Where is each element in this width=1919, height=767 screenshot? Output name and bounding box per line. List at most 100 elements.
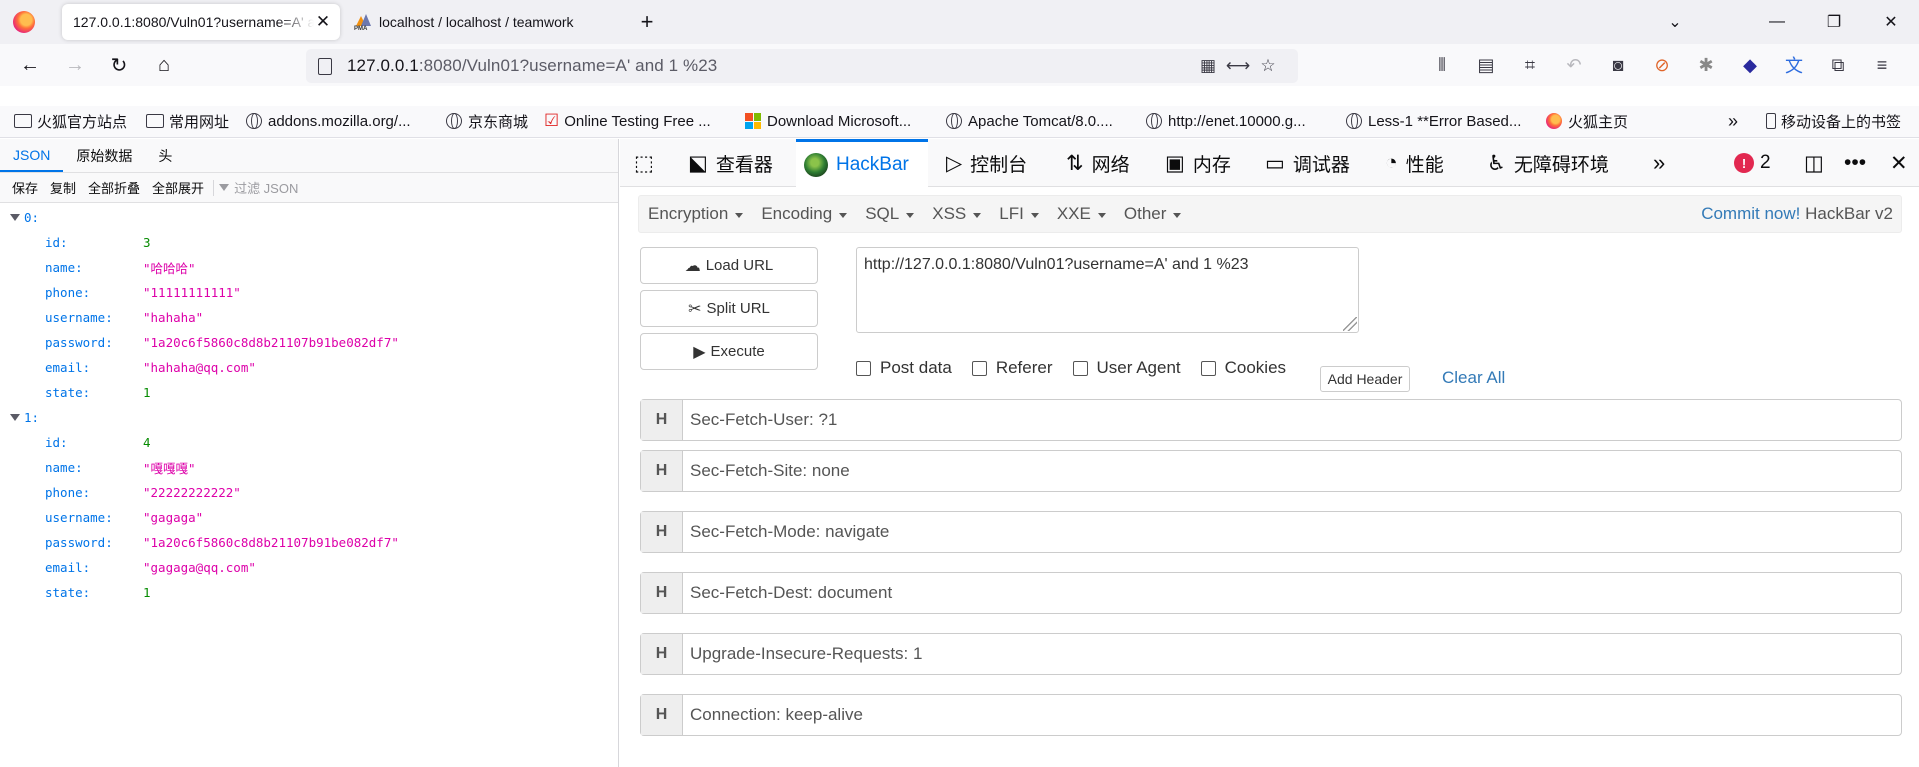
bookmark-item[interactable]: 火狐官方站点 — [14, 110, 127, 132]
tab-performance[interactable]: ◔ 性能 — [1385, 139, 1444, 187]
devtools-menu-icon[interactable]: ••• — [1844, 139, 1874, 187]
app-menu-icon[interactable]: ≡ — [1869, 52, 1895, 78]
hackbar-url-input[interactable]: http://127.0.0.1:8080/Vuln01?username=A'… — [856, 247, 1359, 333]
extension-diamond-icon[interactable]: ◆ — [1737, 52, 1763, 78]
json-field-row[interactable]: id: 3 — [0, 230, 618, 255]
cookies-checkbox[interactable]: Cookies — [1200, 358, 1286, 378]
sidebar-icon[interactable]: ▤ — [1473, 52, 1499, 78]
tab-accessibility[interactable]: ♿ 无障碍环境 — [1487, 139, 1609, 187]
tab-debugger[interactable]: ▭ 调试器 — [1265, 139, 1350, 187]
json-field-row[interactable]: id: 4 — [0, 430, 618, 455]
tab-inactive[interactable]: PMA localhost / localhost / teamwork — [346, 4, 622, 40]
header-row[interactable]: H Sec-Fetch-Site: none — [640, 450, 1902, 492]
url-bar[interactable]: 127.0.0.1:8080/Vuln01?username=A' and 1 … — [306, 49, 1298, 83]
json-field-row[interactable]: phone: "11111111111" — [0, 280, 618, 305]
bookmark-star-icon[interactable]: ☆ — [1258, 56, 1278, 76]
extension-translate-icon[interactable]: 文 — [1781, 52, 1807, 78]
tab-headers[interactable]: 头 — [145, 139, 185, 172]
json-record-row[interactable]: 1: — [0, 405, 618, 430]
bookmark-item[interactable]: addons.mozilla.org/... — [246, 110, 411, 132]
element-picker-icon[interactable]: ⬚ — [634, 139, 662, 187]
bookmark-item[interactable]: 火狐主页 — [1546, 110, 1628, 132]
json-record-row[interactable]: 0: — [0, 205, 618, 230]
bookmark-item[interactable]: http://enet.10000.g... — [1146, 110, 1306, 132]
list-all-tabs-icon[interactable]: ⌄ — [1652, 0, 1698, 44]
menu-other[interactable]: Other — [1115, 204, 1191, 224]
bookmark-item[interactable]: Apache Tomcat/8.0.... — [946, 110, 1113, 132]
json-field-row[interactable]: state: 1 — [0, 580, 618, 605]
json-field-row[interactable]: state: 1 — [0, 380, 618, 405]
forward-button[interactable]: → — [59, 49, 91, 81]
restore-button[interactable]: ❐ — [1811, 0, 1857, 44]
json-field-row[interactable]: username: "gagaga" — [0, 505, 618, 530]
close-window-button[interactable]: ✕ — [1868, 0, 1914, 44]
expand-toggle-icon[interactable] — [10, 414, 20, 421]
tab-memory[interactable]: ▣ 内存 — [1165, 139, 1231, 187]
header-row[interactable]: H Sec-Fetch-Dest: document — [640, 572, 1902, 614]
header-row[interactable]: H Sec-Fetch-User: ?1 — [640, 399, 1902, 441]
post-data-checkbox[interactable]: Post data — [856, 358, 952, 378]
execute-button[interactable]: ▶ Execute — [640, 333, 818, 370]
filter-json-input[interactable]: 过滤 JSON — [219, 178, 298, 197]
tab-hackbar[interactable]: HackBar — [796, 139, 928, 187]
url-text[interactable]: 127.0.0.1:8080/Vuln01?username=A' and 1 … — [347, 56, 717, 76]
extension-mask-icon[interactable]: ◙ — [1605, 52, 1631, 78]
close-devtools-icon[interactable]: ✕ — [1890, 139, 1916, 187]
bookmark-item[interactable]: 常用网址 — [146, 110, 229, 132]
json-field-row[interactable]: name: "嘎嘎嘎" — [0, 455, 618, 480]
menu-encryption[interactable]: Encryption — [639, 204, 752, 224]
firefox-menu-icon[interactable] — [13, 11, 35, 33]
collapse-all-button[interactable]: 全部折叠 — [82, 178, 146, 197]
menu-lfi[interactable]: LFI — [990, 204, 1048, 224]
json-field-row[interactable]: phone: "22222222222" — [0, 480, 618, 505]
tab-inspector[interactable]: ⬕ 查看器 — [688, 139, 773, 187]
tab-raw-data[interactable]: 原始数据 — [63, 139, 145, 172]
undo-icon[interactable]: ↶ — [1561, 52, 1587, 78]
bookmark-item[interactable]: 移动设备上的书签 — [1766, 110, 1901, 132]
add-header-button[interactable]: Add Header — [1320, 366, 1410, 392]
commit-link[interactable]: Commit now! HackBar v2 — [1701, 204, 1893, 224]
header-row[interactable]: H Sec-Fetch-Mode: navigate — [640, 511, 1902, 553]
back-button[interactable]: ← — [14, 49, 46, 81]
translate-icon[interactable]: ⟷ — [1226, 56, 1250, 76]
expand-all-button[interactable]: 全部展开 — [146, 178, 210, 197]
minimize-button[interactable]: — — [1754, 0, 1800, 44]
qr-code-icon[interactable]: ▦ — [1198, 56, 1218, 76]
referer-checkbox[interactable]: Referer — [971, 358, 1053, 378]
tab-network[interactable]: ⇅ 网络 — [1066, 139, 1130, 187]
tab-close-icon[interactable]: ✕ — [314, 12, 332, 32]
json-field-row[interactable]: password: "1a20c6f5860c8d8b21107b91be082d… — [0, 530, 618, 555]
json-field-row[interactable]: email: "gagaga@qq.com" — [0, 555, 618, 580]
copy-button[interactable]: 复制 — [44, 178, 82, 197]
json-field-row[interactable]: email: "hahaha@qq.com" — [0, 355, 618, 380]
bookmark-item[interactable]: Download Microsoft... — [745, 110, 911, 132]
extension-block-icon[interactable]: ⊘ — [1649, 52, 1675, 78]
save-button[interactable]: 保存 — [6, 178, 44, 197]
bookmark-item[interactable]: Less-1 **Error Based... — [1346, 110, 1521, 132]
resize-handle-icon[interactable] — [1343, 317, 1357, 331]
menu-sql[interactable]: SQL — [856, 204, 923, 224]
extensions-icon[interactable]: ⧉ — [1825, 52, 1851, 78]
json-field-row[interactable]: username: "hahaha" — [0, 305, 618, 330]
reload-button[interactable]: ↻ — [103, 49, 135, 81]
menu-encoding[interactable]: Encoding — [752, 204, 856, 224]
more-tabs-icon[interactable]: » — [1653, 139, 1665, 187]
clear-all-link[interactable]: Clear All — [1442, 368, 1505, 388]
tab-json[interactable]: JSON — [0, 139, 64, 172]
tab-active[interactable]: 127.0.0.1:8080/Vuln01?username=A' and 1 … — [62, 4, 340, 40]
home-button[interactable]: ⌂ — [148, 49, 180, 81]
expand-toggle-icon[interactable] — [10, 214, 20, 221]
screenshot-icon[interactable]: ⌗ — [1517, 52, 1543, 78]
header-row[interactable]: H Upgrade-Insecure-Requests: 1 — [640, 633, 1902, 675]
json-field-row[interactable]: password: "1a20c6f5860c8d8b21107b91be082d… — [0, 330, 618, 355]
menu-xss[interactable]: XSS — [923, 204, 990, 224]
extension-bug-icon[interactable]: ✱ — [1693, 52, 1719, 78]
split-url-button[interactable]: ✂ Split URL — [640, 290, 818, 327]
user-agent-checkbox[interactable]: User Agent — [1072, 358, 1181, 378]
load-url-button[interactable]: ☁ Load URL — [640, 247, 818, 284]
json-field-row[interactable]: name: "哈哈哈" — [0, 255, 618, 280]
menu-xxe[interactable]: XXE — [1048, 204, 1115, 224]
tab-console[interactable]: ▷ 控制台 — [946, 139, 1027, 187]
bookmark-item[interactable]: ☑ Online Testing Free ... — [544, 110, 711, 132]
dock-side-icon[interactable]: ◫ — [1804, 139, 1832, 187]
